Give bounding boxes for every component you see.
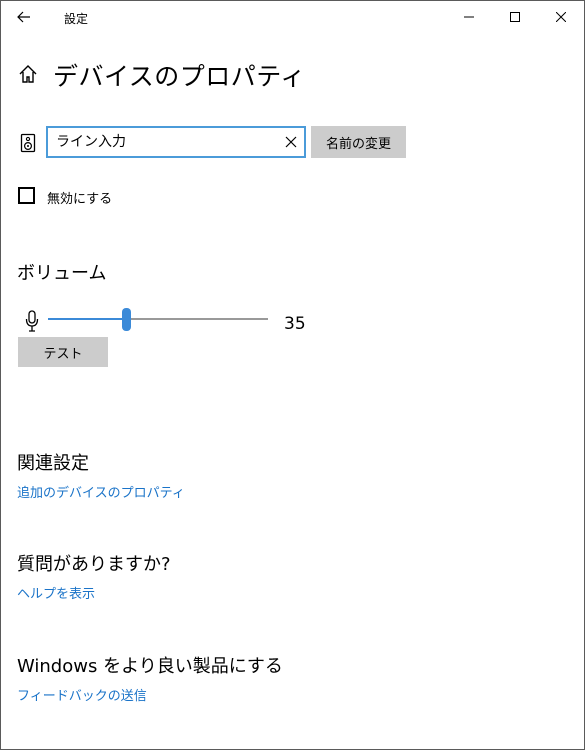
feedback-heading: Windows をより良い製品にする bbox=[17, 656, 283, 677]
clear-input-button[interactable] bbox=[284, 134, 298, 148]
additional-device-properties-link[interactable]: 追加のデバイスのプロパティ bbox=[17, 482, 185, 501]
maximize-button[interactable] bbox=[492, 1, 538, 33]
send-feedback-link[interactable]: フィードバックの送信 bbox=[17, 685, 147, 704]
get-help-link[interactable]: ヘルプを表示 bbox=[17, 583, 95, 602]
microphone-icon bbox=[25, 310, 39, 332]
device-name-input[interactable] bbox=[56, 131, 278, 151]
close-button[interactable] bbox=[538, 1, 584, 33]
clear-x-icon bbox=[285, 136, 297, 148]
settings-window: 設定 デバイスのプロパティ ライン入力 名前の変更 無効にする ボリューム 35… bbox=[0, 0, 585, 750]
test-button[interactable]: テスト bbox=[18, 337, 108, 367]
disable-checkbox[interactable] bbox=[18, 187, 35, 204]
volume-heading: ボリューム bbox=[17, 263, 107, 284]
volume-value: 35 bbox=[284, 314, 306, 334]
minimize-button[interactable] bbox=[446, 1, 492, 33]
minimize-icon bbox=[464, 16, 474, 18]
volume-slider-fill bbox=[48, 318, 122, 320]
title-bar: 設定 bbox=[1, 1, 584, 33]
page-title: デバイスのプロパティ bbox=[53, 62, 306, 91]
volume-slider-track bbox=[131, 318, 268, 320]
help-heading: 質問がありますか? bbox=[17, 554, 171, 575]
maximize-icon bbox=[510, 12, 520, 22]
device-name-field[interactable] bbox=[46, 126, 306, 158]
volume-slider[interactable] bbox=[48, 308, 268, 332]
back-arrow-icon bbox=[17, 11, 30, 23]
volume-slider-thumb[interactable] bbox=[122, 308, 131, 331]
close-icon bbox=[556, 12, 566, 22]
back-button[interactable] bbox=[1, 1, 47, 33]
home-button[interactable] bbox=[17, 63, 39, 85]
related-settings-heading: 関連設定 bbox=[17, 453, 89, 474]
disable-label: 無効にする bbox=[47, 192, 113, 207]
app-title: 設定 bbox=[64, 12, 89, 26]
home-icon bbox=[19, 65, 37, 83]
speaker-icon bbox=[20, 133, 36, 153]
rename-button[interactable]: 名前の変更 bbox=[311, 126, 406, 158]
